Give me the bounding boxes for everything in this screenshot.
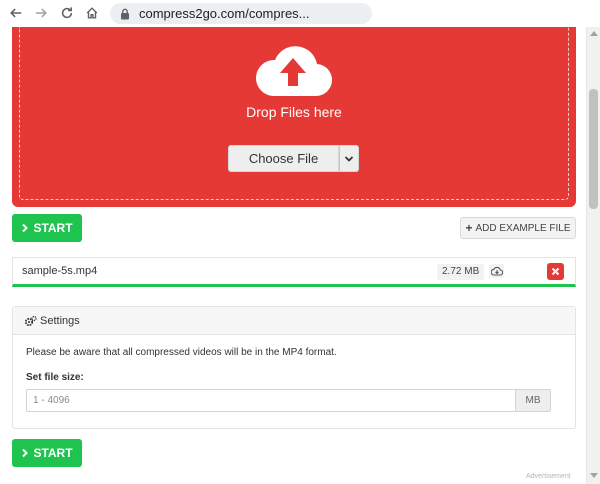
scroll-down-arrow-icon[interactable] xyxy=(590,473,598,478)
start-label: START xyxy=(33,446,73,460)
cloud-upload-icon xyxy=(255,46,333,97)
file-drop-zone[interactable]: Drop Files here Choose File xyxy=(12,27,576,207)
scroll-up-arrow-icon[interactable] xyxy=(590,31,598,36)
chevron-down-icon xyxy=(344,155,354,162)
choose-file-group: Choose File xyxy=(228,145,359,172)
start-button-bottom[interactable]: START xyxy=(12,439,82,467)
file-name: sample-5s.mp4 xyxy=(22,265,98,277)
url-text: compress2go.com/compres... xyxy=(139,6,310,21)
close-icon xyxy=(551,267,560,276)
file-size-unit: MB xyxy=(516,389,551,412)
drop-files-text: Drop Files here xyxy=(246,104,342,120)
file-size-group: MB xyxy=(26,389,551,412)
page-scrollbar[interactable] xyxy=(586,27,600,484)
start-label: START xyxy=(33,221,73,235)
back-button[interactable] xyxy=(6,4,26,22)
start-button-top[interactable]: START xyxy=(12,214,82,242)
advertisement-label: Advertisement xyxy=(526,473,571,480)
forward-button[interactable] xyxy=(31,4,51,22)
forward-arrow-icon xyxy=(35,8,47,18)
home-icon xyxy=(86,7,98,19)
plus-icon: + xyxy=(465,221,473,235)
browser-toolbar: compress2go.com/compres... xyxy=(0,0,600,27)
choose-file-dropdown[interactable] xyxy=(339,145,359,172)
add-example-file-button[interactable]: + ADD EXAMPLE FILE xyxy=(460,217,576,239)
chevron-right-icon xyxy=(22,448,29,458)
cloud-download-icon xyxy=(490,266,503,276)
reload-button[interactable] xyxy=(57,4,77,22)
add-example-label: ADD EXAMPLE FILE xyxy=(475,222,571,234)
back-arrow-icon xyxy=(10,8,22,18)
file-size-badge: 2.72 MB xyxy=(437,264,485,280)
choose-file-button[interactable]: Choose File xyxy=(228,145,339,172)
set-file-size-label: Set file size: xyxy=(26,372,84,383)
uploaded-file-row: sample-5s.mp4 2.72 MB xyxy=(12,257,576,287)
chevron-right-icon xyxy=(22,223,29,233)
remove-file-button[interactable] xyxy=(547,263,564,280)
file-size-input[interactable] xyxy=(26,389,516,412)
reload-icon xyxy=(61,7,73,19)
format-note: Please be aware that all compressed vide… xyxy=(26,347,337,358)
settings-panel: Settings Please be aware that all compre… xyxy=(12,306,576,429)
address-bar[interactable]: compress2go.com/compres... xyxy=(110,3,372,24)
lock-icon xyxy=(121,8,129,19)
home-button[interactable] xyxy=(82,4,102,22)
settings-header: Settings xyxy=(13,307,575,335)
settings-title: Settings xyxy=(40,314,80,327)
cogs-icon xyxy=(24,315,37,326)
file-cloud-button[interactable] xyxy=(489,264,504,278)
scroll-thumb[interactable] xyxy=(589,89,598,209)
